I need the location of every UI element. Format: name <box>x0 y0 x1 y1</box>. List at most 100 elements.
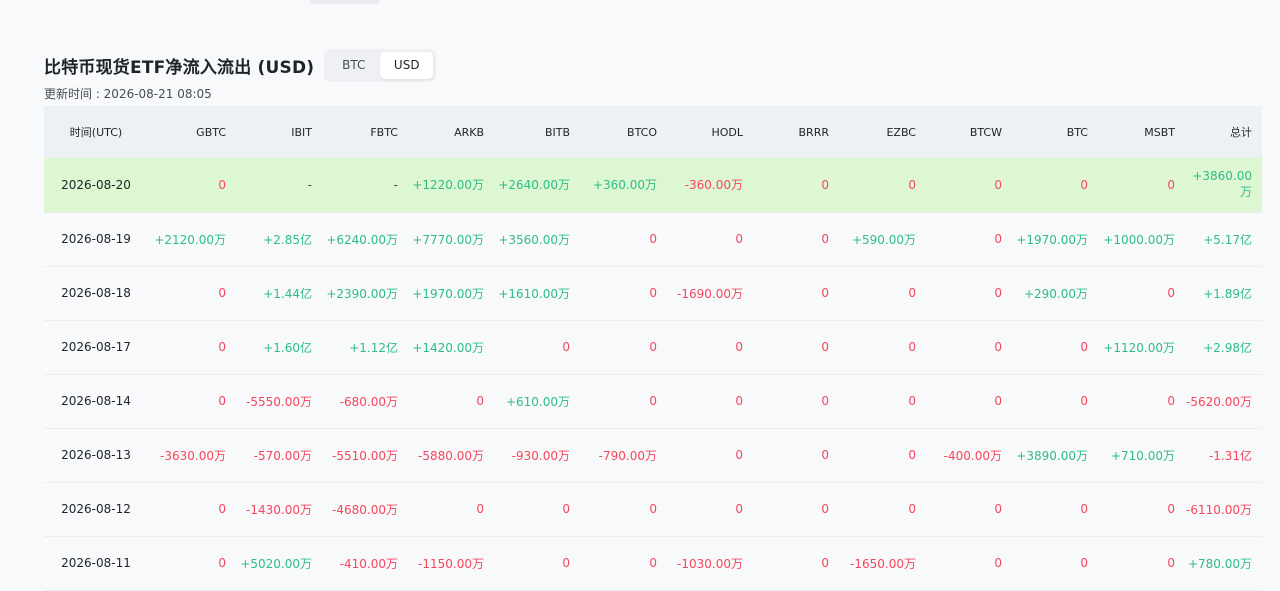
flow-cell: 0 <box>926 536 1012 591</box>
flow-cell: +2640.00万 <box>494 158 580 213</box>
table-row[interactable]: 2026-08-14 0 -5550.00万 -680.00万 0 +610.00万 0 0 0… <box>44 374 1262 429</box>
flow-cell: +1420.00万 <box>408 320 494 375</box>
flow-cell: +1220.00万 <box>408 158 494 213</box>
flow-cell: 0 <box>839 320 926 375</box>
flow-cell: 0 <box>1098 536 1185 591</box>
date-cell: 2026-08-18 <box>44 266 148 321</box>
flow-cell: 0 <box>667 428 753 483</box>
flow-cell: 0 <box>753 320 839 375</box>
flow-cell: +1.60亿 <box>236 320 322 375</box>
flow-cell: -5550.00万 <box>236 374 322 429</box>
column-header: HODL <box>667 106 753 158</box>
flow-cell: -1650.00万 <box>839 536 926 591</box>
flow-cell: +1000.00万 <box>1098 212 1185 267</box>
flow-cell: -1.31亿 <box>1185 428 1262 483</box>
flow-cell: +710.00万 <box>1098 428 1185 483</box>
date-cell: 2026-08-11 <box>44 536 148 591</box>
flow-cell: -410.00万 <box>322 536 408 591</box>
date-cell: 2026-08-12 <box>44 482 148 537</box>
table-row[interactable]: 2026-08-19 +2120.00万 +2.85亿 +6240.00万 +7770.… <box>44 212 1262 267</box>
flow-cell: +1120.00万 <box>1098 320 1185 375</box>
column-header: BRRR <box>753 106 839 158</box>
flow-cell: 0 <box>494 536 580 591</box>
update-time: 更新时间 : 2026-08-21 08:05 <box>44 87 212 101</box>
flow-cell: 0 <box>494 320 580 375</box>
column-header: 总计 <box>1185 106 1262 158</box>
flow-cell: -1430.00万 <box>236 482 322 537</box>
table-row[interactable]: 2026-08-20 0- - +1220.00万 +2640.00万 +360.00万 -… <box>44 158 1262 213</box>
flow-cell: -5880.00万 <box>408 428 494 483</box>
flow-cell: +1.12亿 <box>322 320 408 375</box>
flow-cell: 0 <box>1012 482 1098 537</box>
flow-cell: -3630.00万 <box>148 428 236 483</box>
date-cell: 2026-08-19 <box>44 212 148 267</box>
flow-cell: +2.85亿 <box>236 212 322 267</box>
flow-cell: 0 <box>148 482 236 537</box>
flow-cell: +290.00万 <box>1012 266 1098 321</box>
flow-cell: +7770.00万 <box>408 212 494 267</box>
date-cell: 2026-08-13 <box>44 428 148 483</box>
table-row[interactable]: 2026-08-18 0 +1.44亿 +2390.00万 +1970.00万 +1610… <box>44 266 1262 321</box>
flow-cell: -930.00万 <box>494 428 580 483</box>
date-cell: 2026-08-14 <box>44 374 148 429</box>
column-header: BTC <box>1012 106 1098 158</box>
column-header: EZBC <box>839 106 926 158</box>
flow-cell: 0 <box>580 482 667 537</box>
top-tab-stub <box>310 0 380 4</box>
flow-cell: 0 <box>1098 158 1185 213</box>
flow-cell: 0 <box>753 158 839 213</box>
flow-cell: +3560.00万 <box>494 212 580 267</box>
flow-cell: +3890.00万 <box>1012 428 1098 483</box>
flow-cell: +780.00万 <box>1185 536 1262 591</box>
flow-cell: +1.89亿 <box>1185 266 1262 321</box>
date-cell: 2026-08-17 <box>44 320 148 375</box>
flow-cell: -570.00万 <box>236 428 322 483</box>
flow-cell: 0 <box>839 482 926 537</box>
flow-cell: 0 <box>580 266 667 321</box>
flow-cell: -6110.00万 <box>1185 482 1262 537</box>
flow-cell: - <box>236 158 322 213</box>
table-row[interactable]: 2026-08-12 0 -1430.00万 -4680.00万 0 0 0 0 0 0 0 0 0 -6… <box>44 482 1262 537</box>
flow-cell: 0 <box>148 374 236 429</box>
flow-cell: -5510.00万 <box>322 428 408 483</box>
flow-cell: 0 <box>148 266 236 321</box>
table-header-row: 时间(UTC) GBTC IBIT FBTC ARKB BITB BTCO HODL BRRR E… <box>44 106 1262 158</box>
flow-cell: 0 <box>1098 266 1185 321</box>
date-cell: 2026-08-20 <box>44 158 148 213</box>
flow-cell: 0 <box>148 158 236 213</box>
flow-cell: +2.98亿 <box>1185 320 1262 375</box>
flow-cell: 0 <box>148 536 236 591</box>
flow-cell: 0 <box>753 266 839 321</box>
flow-cell: 0 <box>926 266 1012 321</box>
flow-cell: 0 <box>1012 536 1098 591</box>
table-row[interactable]: 2026-08-11 0 +5020.00万 -410.00万 -1150.00万 0 0-… <box>44 536 1262 591</box>
column-header: BTCO <box>580 106 667 158</box>
flow-cell: 0 <box>839 158 926 213</box>
column-header: BITB <box>494 106 580 158</box>
flow-cell: 0 <box>839 428 926 483</box>
flow-cell: -790.00万 <box>580 428 667 483</box>
flow-cell: 0 <box>408 374 494 429</box>
flow-cell: -400.00万 <box>926 428 1012 483</box>
flow-cell: 0 <box>580 212 667 267</box>
flow-cell: 0 <box>839 266 926 321</box>
toggle-btc-button[interactable]: BTC <box>327 52 380 79</box>
flow-cell: 0 <box>753 428 839 483</box>
flow-cell: 0 <box>1012 320 1098 375</box>
toggle-usd-button[interactable]: USD <box>380 51 434 79</box>
flow-cell: 0 <box>926 212 1012 267</box>
flow-cell: -680.00万 <box>322 374 408 429</box>
flow-cell: 0 <box>580 320 667 375</box>
flow-cell: +2120.00万 <box>148 212 236 267</box>
flow-cell: -4680.00万 <box>322 482 408 537</box>
flow-cell: -360.00万 <box>667 158 753 213</box>
table-row[interactable]: 2026-08-17 0 +1.60亿 +1.12亿 +1420.00万 0 0 0 0 0 0 0 +… <box>44 320 1262 375</box>
table-row[interactable]: 2026-08-13 -3630.00万 -570.00万 -5510.00万 -588… <box>44 428 1262 483</box>
column-header: MSBT <box>1098 106 1185 158</box>
flow-cell: 0 <box>408 482 494 537</box>
flow-cell: 0 <box>580 374 667 429</box>
etf-flow-table: 时间(UTC) GBTC IBIT FBTC ARKB BITB BTCO HODL BRRR E… <box>44 106 1262 591</box>
flow-cell: 0 <box>926 482 1012 537</box>
column-header: GBTC <box>148 106 236 158</box>
flow-cell: 0 <box>753 482 839 537</box>
